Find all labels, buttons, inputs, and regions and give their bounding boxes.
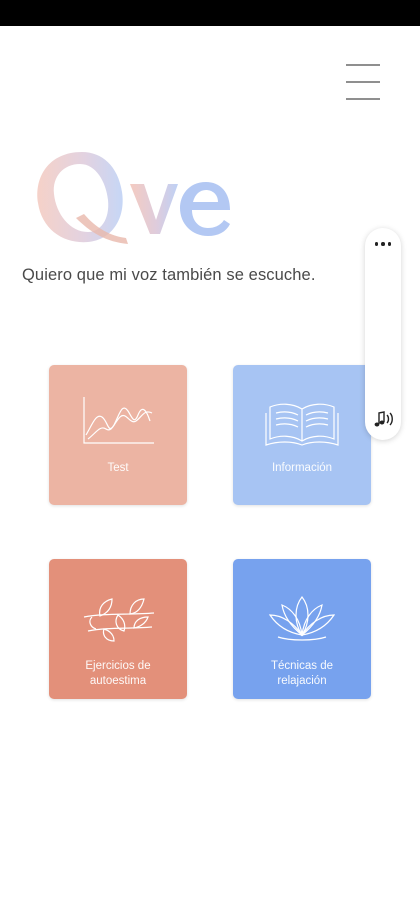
menu-line	[346, 81, 380, 83]
tile-test-label: Test	[107, 462, 129, 474]
menu-button[interactable]	[344, 62, 382, 102]
open-book-icon	[265, 403, 339, 446]
chart-wave-icon	[83, 397, 154, 444]
app-logo	[37, 152, 230, 244]
menu-line	[346, 64, 380, 66]
tile-ejercicios-label: Ejercicios de autoestima	[85, 660, 151, 687]
menu-line	[346, 98, 380, 100]
audio-note-icon[interactable]	[371, 408, 395, 430]
tagline: Quiero que mi voz también se escuche.	[22, 266, 316, 284]
leaf-branch-icon	[83, 598, 155, 642]
lotus-icon	[268, 596, 336, 641]
more-horizontal-icon[interactable]	[371, 234, 395, 254]
tile-tecnicas-relajacion[interactable]: Técnicas de relajación	[233, 559, 371, 699]
tile-informacion-label: Información	[271, 462, 333, 474]
status-bar	[0, 0, 420, 26]
floating-side-panel[interactable]	[365, 228, 401, 440]
tile-test[interactable]: Test	[49, 365, 187, 505]
tile-informacion[interactable]: Información	[233, 365, 371, 505]
tile-tecnicas-label: Técnicas de relajación	[270, 660, 333, 687]
tile-ejercicios-autoestima[interactable]: Ejercicios de autoestima	[49, 559, 187, 699]
